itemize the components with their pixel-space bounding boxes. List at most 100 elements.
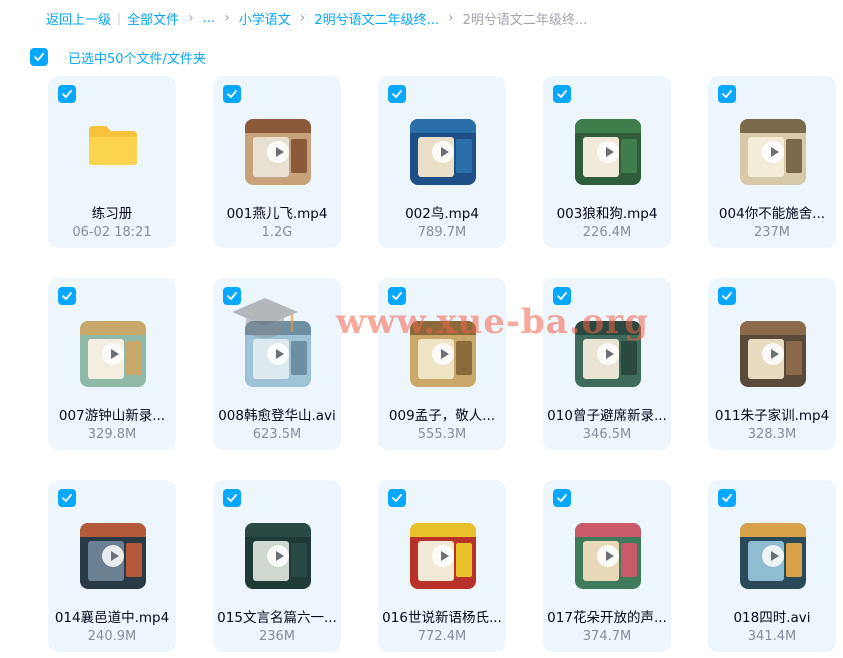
file-size: 328.3M	[747, 427, 797, 442]
video-file-card[interactable]: 007游钟山新录... 329.8M	[48, 278, 176, 450]
video-thumbnail	[245, 321, 311, 387]
play-icon	[267, 343, 289, 365]
file-checkbox[interactable]	[388, 489, 406, 507]
play-icon	[597, 545, 619, 567]
video-thumbnail	[575, 523, 641, 589]
file-name: 014襄邑道中.mp4	[54, 610, 170, 626]
video-thumbnail	[740, 523, 806, 589]
file-name: 002鸟.mp4	[405, 206, 479, 222]
thumbnail-banner	[575, 321, 641, 335]
thumbnail-banner	[245, 321, 311, 335]
file-checkbox[interactable]	[223, 489, 241, 507]
file-size: 789.7M	[417, 225, 467, 240]
video-file-card[interactable]: 003狼和狗.mp4 226.4M	[543, 76, 671, 248]
file-name: 练习册	[91, 206, 133, 222]
select-all-checkbox[interactable]	[30, 48, 48, 66]
video-thumbnail	[575, 321, 641, 387]
thumbnail-banner	[410, 119, 476, 133]
file-checkbox[interactable]	[718, 489, 736, 507]
video-file-card[interactable]: 018四时.avi 341.4M	[708, 480, 836, 652]
thumbnail-banner	[410, 321, 476, 335]
play-icon	[432, 343, 454, 365]
breadcrumb-level2[interactable]: 2明兮语文二年级终...	[314, 9, 439, 28]
file-name: 010曾子避席新录...	[547, 408, 667, 424]
thumbnail-sidebar	[456, 139, 472, 173]
play-icon	[267, 141, 289, 163]
file-size: 236M	[258, 629, 296, 644]
file-checkbox[interactable]	[553, 489, 571, 507]
thumbnail-sidebar	[126, 543, 142, 577]
video-file-card[interactable]: 009孟子，敬人... 555.3M	[378, 278, 506, 450]
thumbnail-banner	[80, 523, 146, 537]
file-name: 008韩愈登华山.avi	[218, 408, 336, 424]
thumbnail-sidebar	[291, 341, 307, 375]
thumbnail-sidebar	[786, 139, 802, 173]
video-file-card[interactable]: 016世说新语杨氏... 772.4M	[378, 480, 506, 652]
video-file-card[interactable]: 017花朵开放的声... 374.7M	[543, 480, 671, 652]
file-name: 009孟子，敬人...	[388, 408, 496, 424]
file-checkbox[interactable]	[553, 287, 571, 305]
file-name: 016世说新语杨氏...	[382, 610, 502, 626]
thumbnail-sidebar	[786, 341, 802, 375]
checkmark-icon	[722, 292, 732, 300]
video-file-card[interactable]: 011朱子家训.mp4 328.3M	[708, 278, 836, 450]
file-checkbox[interactable]	[58, 85, 76, 103]
breadcrumb-all-files[interactable]: 全部文件	[127, 9, 179, 28]
selection-count-label: 已选中50个文件/文件夹	[68, 51, 206, 67]
file-name: 015文言名篇六一...	[217, 610, 337, 626]
thumbnail-banner	[740, 321, 806, 335]
video-thumbnail	[410, 321, 476, 387]
checkmark-icon	[392, 292, 402, 300]
chevron-right-icon: ›	[299, 10, 306, 26]
chevron-right-icon: ›	[224, 10, 230, 26]
back-link[interactable]: 返回上一级	[46, 9, 111, 28]
breadcrumb: 返回上一级 | 全部文件 › ... › 小学语文 › 2明兮语文二年级终...…	[46, 8, 587, 28]
file-checkbox[interactable]	[718, 287, 736, 305]
play-icon	[762, 141, 784, 163]
video-thumbnail	[410, 119, 476, 185]
file-size: 226.4M	[582, 225, 632, 240]
breadcrumb-level1[interactable]: 小学语文	[239, 9, 291, 28]
video-file-card[interactable]: 008韩愈登华山.avi 623.5M	[213, 278, 341, 450]
video-thumbnail	[740, 321, 806, 387]
file-checkbox[interactable]	[388, 287, 406, 305]
thumbnail-sidebar	[291, 543, 307, 577]
video-thumbnail	[575, 119, 641, 185]
play-icon	[762, 545, 784, 567]
checkmark-icon	[722, 494, 732, 502]
thumbnail-banner	[410, 523, 476, 537]
file-checkbox[interactable]	[58, 287, 76, 305]
file-checkbox[interactable]	[553, 85, 571, 103]
checkmark-icon	[557, 292, 567, 300]
chevron-right-icon: ›	[188, 10, 194, 26]
checkmark-icon	[62, 494, 72, 502]
file-checkbox[interactable]	[388, 85, 406, 103]
play-icon	[597, 343, 619, 365]
file-checkbox[interactable]	[223, 287, 241, 305]
file-name: 007游钟山新录...	[58, 408, 166, 424]
thumbnail-sidebar	[621, 543, 637, 577]
video-file-card[interactable]: 010曾子避席新录... 346.5M	[543, 278, 671, 450]
video-thumbnail	[740, 119, 806, 185]
play-icon	[102, 545, 124, 567]
file-size: 346.5M	[582, 427, 632, 442]
file-checkbox[interactable]	[718, 85, 736, 103]
video-file-card[interactable]: 001燕儿飞.mp4 1.2G	[213, 76, 341, 248]
video-file-card[interactable]: 014襄邑道中.mp4 240.9M	[48, 480, 176, 652]
file-name: 011朱子家训.mp4	[714, 408, 830, 424]
video-thumbnail	[80, 321, 146, 387]
select-all-row: 已选中50个文件/文件夹	[30, 47, 206, 67]
checkmark-icon	[557, 494, 567, 502]
file-name: 018四时.avi	[733, 610, 811, 626]
video-file-card[interactable]: 004你不能施舍... 237M	[708, 76, 836, 248]
video-thumbnail	[245, 119, 311, 185]
breadcrumb-current: 2明兮语文二年级终...	[462, 12, 588, 28]
file-checkbox[interactable]	[223, 85, 241, 103]
video-file-card[interactable]: 015文言名篇六一... 236M	[213, 480, 341, 652]
file-size: 237M	[753, 225, 791, 240]
checkmark-icon	[392, 494, 402, 502]
video-file-card[interactable]: 002鸟.mp4 789.7M	[378, 76, 506, 248]
file-checkbox[interactable]	[58, 489, 76, 507]
folder-card[interactable]: 练习册 06-02 18:21	[48, 76, 176, 248]
breadcrumb-ellipsis[interactable]: ...	[203, 11, 215, 26]
